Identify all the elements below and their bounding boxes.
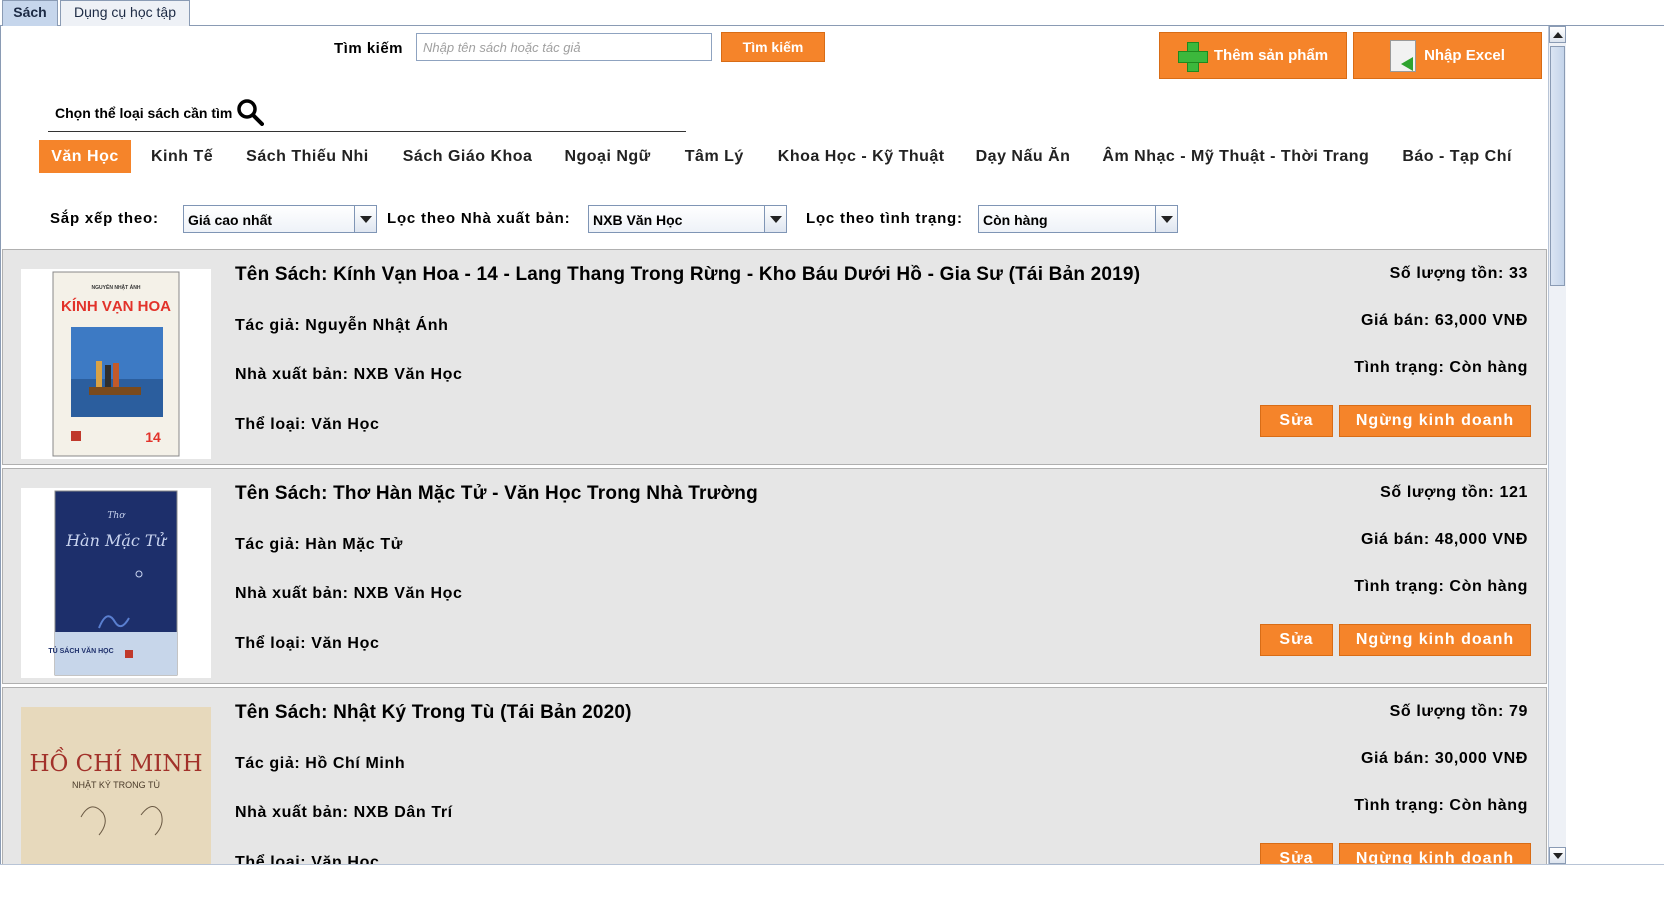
vertical-scrollbar[interactable] (1548, 26, 1566, 864)
cover-series: TỦ SÁCH VĂN HỌC (48, 646, 113, 655)
category-tam-ly[interactable]: Tâm Lý (685, 140, 744, 173)
category-khoa-hoc-ky-thuat[interactable]: Khoa Học - Kỹ Thuật (778, 140, 945, 173)
book-publisher: Nhà xuất bản: NXB Dân Trí (235, 804, 453, 821)
cover-title: Hàn Mặc Tử (65, 531, 168, 550)
search-icon[interactable] (236, 98, 264, 126)
publisher-filter-label: Lọc theo Nhà xuất bản: (387, 210, 571, 227)
category-kinh-te[interactable]: Kinh Tế (151, 140, 213, 173)
scroll-up-icon[interactable] (1549, 26, 1566, 43)
cover-number: 14 (145, 429, 161, 445)
book-author: Tác giả: Hồ Chí Minh (235, 755, 406, 772)
category-day-nau-an[interactable]: Dạy Nấu Ăn (976, 140, 1071, 173)
book-category: Thể loại: Văn Học (235, 854, 380, 864)
publisher-select[interactable]: NXB Văn Học (588, 205, 787, 233)
book-status: Tình trạng: Còn hàng (1354, 797, 1528, 814)
discontinue-button[interactable]: Ngừng kinh doanh (1339, 405, 1531, 437)
sort-select[interactable]: Giá cao nhất (183, 205, 377, 233)
sort-value: Giá cao nhất (188, 212, 273, 228)
import-excel-button[interactable]: Nhập Excel (1353, 32, 1542, 79)
edit-button[interactable]: Sửa (1260, 624, 1333, 656)
book-title: Tên Sách: Kính Vạn Hoa - 14 - Lang Thang… (235, 264, 1141, 285)
book-price: Giá bán: 48,000 VNĐ (1360, 531, 1528, 548)
category-sach-thieu-nhi[interactable]: Sách Thiếu Nhi (246, 140, 369, 173)
chevron-down-icon[interactable] (1155, 206, 1177, 232)
book-author: Tác giả: Nguyễn Nhật Ánh (235, 317, 449, 334)
import-excel-label: Nhập Excel (1424, 47, 1505, 64)
book-publisher: Nhà xuất bản: NXB Văn Học (235, 585, 463, 602)
book-author: Tác giả: Hàn Mặc Tử (235, 536, 403, 553)
scrollbar-thumb[interactable] (1550, 46, 1565, 286)
book-category: Thể loại: Văn Học (235, 416, 380, 433)
tab-school-supplies[interactable]: Dụng cụ học tập (60, 0, 190, 26)
book-price: Giá bán: 30,000 VNĐ (1360, 750, 1528, 767)
category-underline (48, 131, 686, 132)
book-publisher: Nhà xuất bản: NXB Văn Học (235, 366, 463, 383)
book-stock: Số lượng tồn: 33 (1389, 265, 1528, 282)
book-status: Tình trạng: Còn hàng (1354, 578, 1528, 595)
product-card: Thơ Hàn Mặc Tử TỦ SÁCH VĂN HỌC Tên Sách:… (2, 468, 1547, 684)
category-tabs: Văn Học Kinh Tế Sách Thiếu Nhi Sách Giáo… (39, 140, 1512, 173)
book-cover-image: NGUYỄN NHẬT ÁNH KÍNH VẠN HOA 14 (52, 271, 180, 457)
window-bottom-edge (0, 864, 1664, 922)
category-bao-tap-chi[interactable]: Báo - Tạp Chí (1402, 140, 1512, 173)
product-card: HỒ CHÍ MINH NHẬT KÝ TRONG TÙ Tên Sách: N… (2, 687, 1547, 864)
book-price: Giá bán: 63,000 VNĐ (1360, 312, 1528, 329)
book-stock: Số lượng tồn: 79 (1389, 703, 1528, 720)
file-import-icon (1390, 39, 1417, 72)
book-cover-image: Thơ Hàn Mặc Tử TỦ SÁCH VĂN HỌC (48, 490, 178, 676)
category-ngoai-ngu[interactable]: Ngoại Ngữ (564, 140, 650, 173)
cover-title: HỒ CHÍ MINH (29, 747, 202, 777)
tab-books[interactable]: Sách (2, 0, 58, 26)
sort-label: Sắp xếp theo: (50, 210, 159, 227)
product-card: NGUYỄN NHẬT ÁNH KÍNH VẠN HOA 14 Tên Sách… (2, 249, 1547, 465)
chevron-down-icon[interactable] (354, 206, 376, 232)
scroll-down-icon[interactable] (1549, 847, 1566, 864)
status-value: Còn hàng (983, 212, 1048, 228)
book-title: Tên Sách: Thơ Hàn Mặc Tử - Văn Học Trong… (235, 483, 758, 504)
discontinue-button[interactable]: Ngừng kinh doanh (1339, 843, 1531, 864)
search-button[interactable]: Tìm kiếm (721, 32, 825, 62)
add-product-button[interactable]: Thêm sản phẩm (1159, 32, 1347, 79)
book-cover: HỒ CHÍ MINH NHẬT KÝ TRONG TÙ (21, 707, 211, 864)
cover-title: KÍNH VẠN HOA (61, 298, 171, 315)
category-prompt: Chọn thể loại sách cần tìm (55, 105, 233, 121)
book-category: Thể loại: Văn Học (235, 635, 380, 652)
publisher-value: NXB Văn Học (593, 212, 683, 228)
cover-subtitle: NHẬT KÝ TRONG TÙ (72, 780, 160, 790)
category-sach-giao-khoa[interactable]: Sách Giáo Khoa (403, 140, 533, 173)
book-cover: Thơ Hàn Mặc Tử TỦ SÁCH VĂN HỌC (21, 488, 211, 678)
book-title: Tên Sách: Nhật Ký Trong Tù (Tái Bản 2020… (235, 702, 632, 723)
tab-bar: Sách Dụng cụ học tập (0, 0, 1664, 26)
book-status: Tình trạng: Còn hàng (1354, 359, 1528, 376)
book-cover-image: HỒ CHÍ MINH NHẬT KÝ TRONG TÙ (21, 707, 211, 864)
add-product-label: Thêm sản phẩm (1213, 47, 1329, 64)
search-label: Tìm kiếm (334, 40, 404, 57)
search-input[interactable] (416, 33, 712, 61)
edit-button[interactable]: Sửa (1260, 843, 1333, 864)
status-filter-label: Lọc theo tình trạng: (806, 210, 963, 227)
book-cover: NGUYỄN NHẬT ÁNH KÍNH VẠN HOA 14 (21, 269, 211, 459)
category-am-nhac-my-thuat-thoi-trang[interactable]: Âm Nhạc - Mỹ Thuật - Thời Trang (1102, 140, 1369, 173)
book-stock: Số lượng tồn: 121 (1380, 484, 1528, 501)
chevron-down-icon[interactable] (764, 206, 786, 232)
category-van-hoc[interactable]: Văn Học (39, 140, 131, 173)
status-select[interactable]: Còn hàng (978, 205, 1178, 233)
cover-author: NGUYỄN NHẬT ÁNH (92, 284, 141, 291)
discontinue-button[interactable]: Ngừng kinh doanh (1339, 624, 1531, 656)
plus-icon (1177, 41, 1208, 72)
edit-button[interactable]: Sửa (1260, 405, 1333, 437)
cover-subtitle: Thơ (107, 511, 126, 521)
